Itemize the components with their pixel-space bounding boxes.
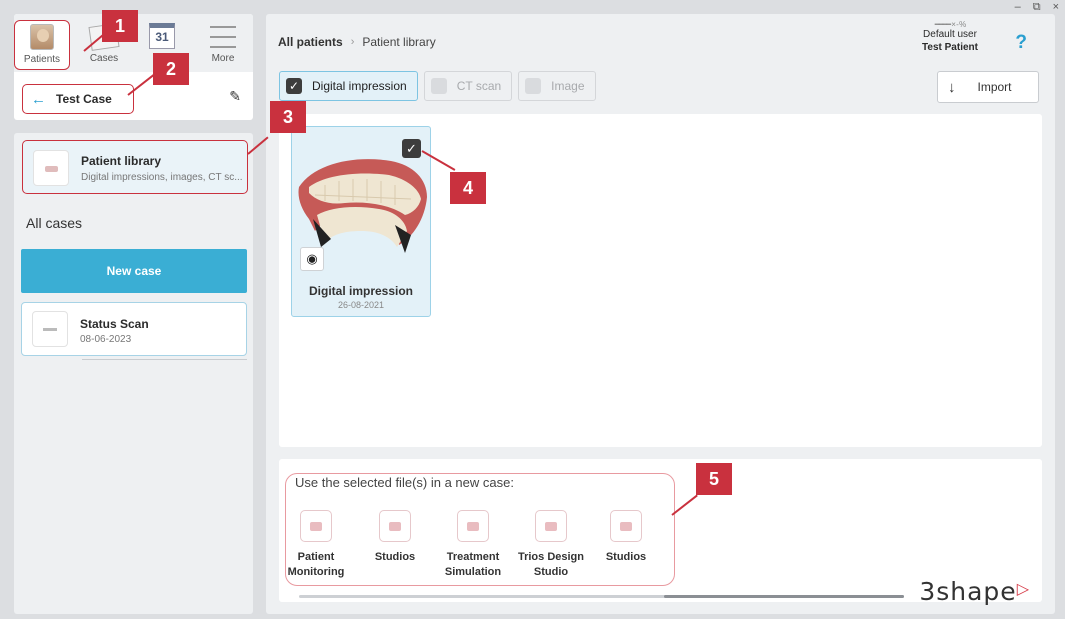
logo-text: 3shape	[919, 577, 1017, 606]
callout-3: 3	[270, 101, 306, 133]
minimize-icon[interactable]: –	[1015, 1, 1021, 13]
use-selected-label: Use the selected file(s) in a new case:	[295, 475, 514, 490]
treatment-simulation-icon	[457, 510, 489, 542]
back-to-case-button[interactable]: ← Test Case	[22, 84, 134, 114]
left-sidebar: Patient library Digital impressions, ima…	[14, 133, 253, 614]
library-thumbnail-icon	[33, 150, 69, 186]
studios-icon	[610, 510, 642, 542]
main-content: All patients › Patient library ━━━━ × - …	[266, 14, 1055, 614]
app-label: Patient	[297, 551, 335, 563]
selected-check-icon[interactable]: ✓	[402, 139, 421, 158]
app-label: Treatment	[446, 551, 500, 563]
patient-monitoring-icon	[300, 510, 332, 542]
app-label: Monitoring	[287, 566, 345, 578]
back-arrow-icon: ←	[31, 90, 46, 108]
filter-label: Image	[551, 79, 585, 93]
nav-patients[interactable]: Patients	[14, 20, 70, 70]
case-date: 08-06-2023	[80, 334, 132, 345]
file-grid: ✓ ◉ Digital impression 26-08-2021	[279, 114, 1042, 447]
app-studios-2[interactable]: Studios	[591, 510, 661, 565]
new-case-button[interactable]: New case	[21, 249, 247, 293]
breadcrumb: All patients › Patient library	[278, 35, 436, 49]
patient-avatar-icon	[30, 24, 54, 50]
studios-icon	[379, 510, 411, 542]
checkbox-icon	[430, 78, 447, 94]
nav-label: Cases	[89, 53, 119, 64]
app-label: Trios Design	[517, 551, 585, 563]
calendar-icon: 31	[149, 23, 175, 49]
card-date: 26-08-2021	[337, 300, 385, 310]
app-label: Studios	[374, 551, 416, 563]
callout-4: 4	[450, 172, 486, 204]
app-trios-design-studio[interactable]: Trios Design Studio	[516, 510, 586, 580]
user-name: Default user	[923, 29, 977, 40]
all-cases-heading: All cases	[26, 215, 83, 231]
checkbox-checked-icon: ✓	[286, 78, 302, 94]
window-controls: – ⧉ ×	[1015, 1, 1059, 13]
card-title: Digital impression	[308, 284, 414, 298]
close-icon[interactable]: ×	[1053, 1, 1059, 13]
filter-bar: ✓ Digital impression CT scan Image	[279, 71, 596, 101]
callout-2: 2	[153, 53, 189, 85]
edit-pencil-icon[interactable]: ✎	[229, 88, 241, 105]
eye-icon[interactable]: ◉	[300, 247, 324, 271]
scan-thumbnail-icon	[32, 311, 68, 347]
app-patient-monitoring[interactable]: Patient Monitoring	[281, 510, 351, 580]
chevron-right-icon: ›	[350, 36, 355, 48]
use-files-panel: Use the selected file(s) in a new case: …	[279, 459, 1042, 606]
restore-icon[interactable]: ⧉	[1033, 1, 1041, 13]
arrow-down-icon: ↓	[948, 78, 956, 96]
app-treatment-simulation[interactable]: Treatment Simulation	[438, 510, 508, 580]
horizontal-scrollbar[interactable]	[299, 595, 904, 598]
library-subtitle: Digital impressions, images, CT sc...	[81, 172, 243, 183]
filter-image[interactable]: Image	[518, 71, 596, 101]
case-list-item[interactable]: Status Scan 08-06-2023	[21, 302, 247, 356]
case-title: Status Scan	[80, 317, 149, 331]
nav-label: More	[211, 53, 235, 64]
nav-label: Patients	[23, 54, 61, 65]
user-info: ━━━━ × - % Default user Test Patient	[905, 18, 995, 54]
filter-label: Digital impression	[312, 79, 407, 93]
nav-more[interactable]: More	[195, 20, 251, 70]
logo-triangle-icon: ▷	[1016, 579, 1030, 598]
app-label: Simulation	[444, 566, 502, 578]
callout-5: 5	[696, 463, 732, 495]
brand-logo: 3shape▷	[919, 577, 1030, 606]
breadcrumb-all-patients[interactable]: All patients	[278, 35, 343, 49]
patient-library-item[interactable]: Patient library Digital impressions, ima…	[22, 140, 248, 194]
app-label: Studios	[605, 551, 647, 563]
filter-digital-impression[interactable]: ✓ Digital impression	[279, 71, 418, 101]
callout-1: 1	[102, 10, 138, 42]
user-signature: ━━━━ × - %	[934, 20, 966, 29]
filter-ct-scan[interactable]: CT scan	[423, 71, 513, 101]
app-studios[interactable]: Studios	[360, 510, 430, 565]
filter-label: CT scan	[456, 79, 502, 93]
library-title: Patient library	[81, 154, 162, 168]
digital-impression-card[interactable]: ✓ ◉ Digital impression 26-08-2021	[291, 126, 431, 317]
app-label: Studio	[533, 566, 569, 578]
patient-name: Test Patient	[922, 42, 978, 53]
case-name: Test Case	[56, 92, 112, 106]
list-divider	[82, 359, 247, 360]
trios-design-studio-icon	[535, 510, 567, 542]
menu-icon	[210, 26, 236, 48]
import-button[interactable]: ↓ Import	[937, 71, 1039, 103]
checkbox-icon	[525, 78, 542, 94]
import-label: Import	[977, 80, 1012, 94]
breadcrumb-current: Patient library	[362, 35, 436, 49]
help-icon[interactable]: ?	[1015, 32, 1027, 54]
